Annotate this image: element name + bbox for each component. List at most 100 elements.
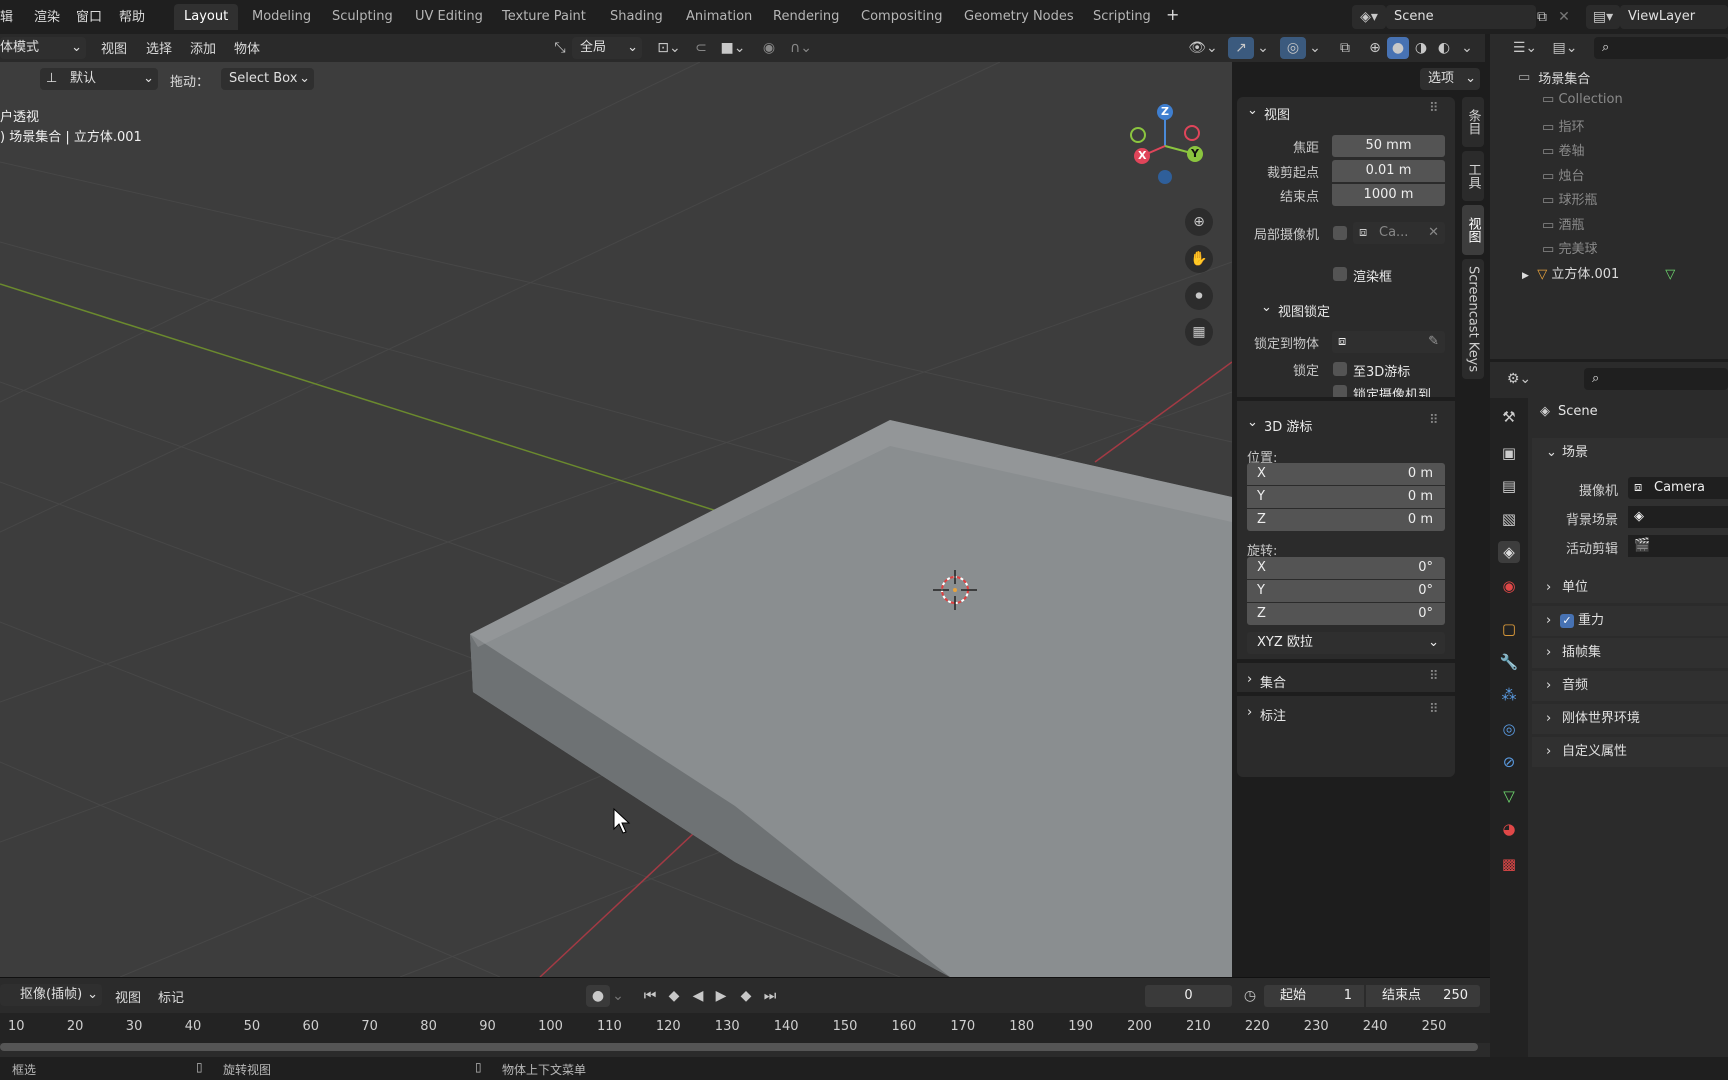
jump-end-icon[interactable]: ⏭ [760, 985, 780, 1007]
lock-object-field[interactable]: ⧈ ✎ [1332, 331, 1445, 353]
view-section-title[interactable]: 视图 [1264, 104, 1290, 123]
local-camera-field[interactable]: ⧈ Ca... ✕ [1353, 222, 1445, 244]
menu-render[interactable]: 渲染 [34, 6, 60, 25]
modifier-tab-icon[interactable]: 🔧 [1498, 651, 1520, 673]
chevron-down-icon[interactable]: ⌄ [610, 985, 626, 1007]
mode-selector[interactable]: 体模式 ⌄ [0, 37, 86, 59]
clip-end-field[interactable]: 1000 m [1332, 184, 1445, 206]
view-lock-title[interactable]: 视图锁定 [1278, 301, 1330, 320]
gravity-checkbox[interactable]: ✓ [1560, 614, 1574, 628]
local-camera-checkbox[interactable] [1333, 226, 1347, 240]
drag-handle-icon[interactable]: ⠿ [1429, 669, 1439, 684]
tab-item[interactable]: 条目 [1462, 97, 1484, 147]
grid-perspective-icon[interactable]: ▦ [1185, 318, 1213, 346]
particles-tab-icon[interactable]: ⁂ [1498, 684, 1520, 706]
material-shading-icon[interactable]: ◑ [1410, 37, 1432, 59]
location-x-field[interactable]: X 0 m [1247, 463, 1445, 485]
close-icon[interactable]: ✕ [1554, 5, 1574, 29]
start-frame-field[interactable]: 起始 1 [1264, 985, 1364, 1007]
custom-properties-panel-header[interactable]: › 自定义属性 [1532, 737, 1728, 767]
outliner-item[interactable]: ▭ 球形瓶 [1542, 189, 1597, 208]
menu-object[interactable]: 物体 [234, 38, 260, 57]
snap-target-icon[interactable]: ■⌄ [716, 37, 750, 59]
material-tab-icon[interactable]: ◕ [1498, 818, 1520, 840]
tab-compositing[interactable]: Compositing [851, 4, 953, 30]
timeline-scrollbar[interactable] [0, 1043, 1478, 1051]
active-clip-field[interactable]: 🎬 [1628, 535, 1728, 557]
menu-window[interactable]: 窗口 [76, 6, 102, 25]
play-icon[interactable]: ▶ [711, 985, 731, 1007]
orientation-select[interactable]: ⊥ 默认 ⌄ [40, 68, 158, 90]
frame-ruler[interactable]: 10 20 30 40 50 60 70 80 90 100 110 120 1… [0, 1013, 1490, 1043]
add-workspace-button[interactable]: + [1166, 5, 1179, 24]
options-button[interactable]: 选项 ⌄ [1420, 68, 1480, 90]
focal-length-field[interactable]: 50 mm [1332, 135, 1445, 157]
viewlayer-icon[interactable]: ▤▾ [1586, 5, 1620, 29]
chevron-down-icon[interactable]: ⌄ [1247, 103, 1258, 118]
world-tab-icon[interactable]: ◉ [1498, 575, 1520, 597]
scene-icon[interactable]: ◈▾ [1352, 5, 1386, 29]
chevron-right-icon[interactable]: › [1247, 672, 1252, 687]
jump-start-icon[interactable]: ⏮ [640, 985, 660, 1007]
chevron-right-icon[interactable]: › [1247, 705, 1252, 720]
display-mode-icon[interactable]: ☰⌄ [1508, 37, 1542, 59]
tab-texture-paint[interactable]: Texture Paint [492, 4, 596, 30]
transform-orientation-select[interactable]: 全局 ⌄ [572, 37, 642, 59]
falloff-icon[interactable]: ∩⌄ [784, 37, 818, 59]
play-reverse-icon[interactable]: ◀ [688, 985, 708, 1007]
rotation-x-field[interactable]: X 0° [1247, 557, 1445, 579]
location-y-field[interactable]: Y 0 m [1247, 486, 1445, 508]
scene-tab-icon[interactable]: ◈ [1498, 541, 1520, 563]
tab-tool[interactable]: 工具 [1462, 151, 1484, 201]
zoom-icon[interactable]: ⊕ [1185, 208, 1213, 236]
outliner-item[interactable]: ▭ Collection [1542, 92, 1623, 107]
view-layer-tab-icon[interactable]: ▧ [1498, 508, 1520, 530]
menu-view[interactable]: 视图 [101, 38, 127, 57]
snap-icon[interactable]: ⊂ [690, 37, 712, 59]
pivot-point-icon[interactable]: ⊡⌄ [652, 37, 686, 59]
outliner-item[interactable]: ▭ 烛台 [1542, 165, 1584, 184]
lock-cursor-checkbox[interactable] [1333, 362, 1347, 376]
tool-tab-icon[interactable]: ⚒ [1498, 406, 1520, 428]
next-keyframe-icon[interactable]: ◆ [734, 985, 758, 1007]
location-z-field[interactable]: Z 0 m [1247, 509, 1445, 531]
bg-scene-field[interactable]: ◈ [1628, 506, 1728, 528]
solid-shading-icon[interactable]: ● [1387, 37, 1409, 59]
tab-screencast-keys[interactable]: Screencast Keys [1462, 259, 1484, 379]
units-panel-header[interactable]: › 单位 [1532, 573, 1728, 603]
rotation-mode-select[interactable]: XYZ 欧拉 ⌄ [1247, 632, 1445, 654]
collections-section-title[interactable]: 集合 [1260, 672, 1286, 691]
rotation-z-field[interactable]: Z 0° [1247, 603, 1445, 625]
drag-handle-icon[interactable]: ⠿ [1429, 413, 1439, 428]
playback-mode-select[interactable]: 抠像(插帧) ⌄ [0, 984, 102, 1006]
chevron-down-icon[interactable]: ⌄ [1261, 300, 1272, 315]
outliner-root[interactable]: ▭ 场景集合 [1518, 68, 1590, 87]
rendered-shading-icon[interactable]: ◐ [1433, 37, 1455, 59]
chevron-down-icon[interactable]: ⌄ [1254, 37, 1272, 59]
constraints-tab-icon[interactable]: ⊘ [1498, 751, 1520, 773]
viewlayer-name-field[interactable]: ViewLayer [1620, 5, 1728, 29]
tab-animation[interactable]: Animation [676, 4, 762, 30]
outliner-item[interactable]: ▭ 完美球 [1542, 238, 1597, 257]
prev-keyframe-icon[interactable]: ◆ [662, 985, 686, 1007]
properties-search-input[interactable]: ⌕ [1584, 368, 1728, 390]
cursor-section-title[interactable]: 3D 游标 [1264, 416, 1312, 435]
annotations-section-title[interactable]: 标注 [1260, 705, 1286, 724]
chevron-down-icon[interactable]: ⌄ [1458, 37, 1476, 59]
tab-layout[interactable]: Layout [174, 4, 239, 30]
scene-name-field[interactable]: Scene [1386, 5, 1536, 29]
xray-icon[interactable]: ⧉ [1334, 37, 1356, 59]
texture-tab-icon[interactable]: ▩ [1498, 853, 1520, 875]
transform-orientation-icon[interactable]: ⤡ [548, 37, 572, 59]
tab-view[interactable]: 视图 [1462, 205, 1484, 255]
audio-panel-header[interactable]: › 音频 [1532, 671, 1728, 701]
drag-handle-icon[interactable]: ⠿ [1429, 101, 1439, 116]
menu-edit[interactable]: 辑 [0, 6, 13, 25]
outliner-item[interactable]: ▭ 卷轴 [1542, 140, 1584, 159]
output-tab-icon[interactable]: ▤ [1498, 475, 1520, 497]
rotation-y-field[interactable]: Y 0° [1247, 580, 1445, 602]
tab-geometry-nodes[interactable]: Geometry Nodes [954, 4, 1084, 30]
chevron-down-icon[interactable]: ⌄ [1306, 37, 1324, 59]
outliner-item[interactable]: ▭ 酒瓶 [1542, 214, 1584, 233]
scene-panel-header[interactable]: ⌄ 场景 [1532, 438, 1728, 468]
